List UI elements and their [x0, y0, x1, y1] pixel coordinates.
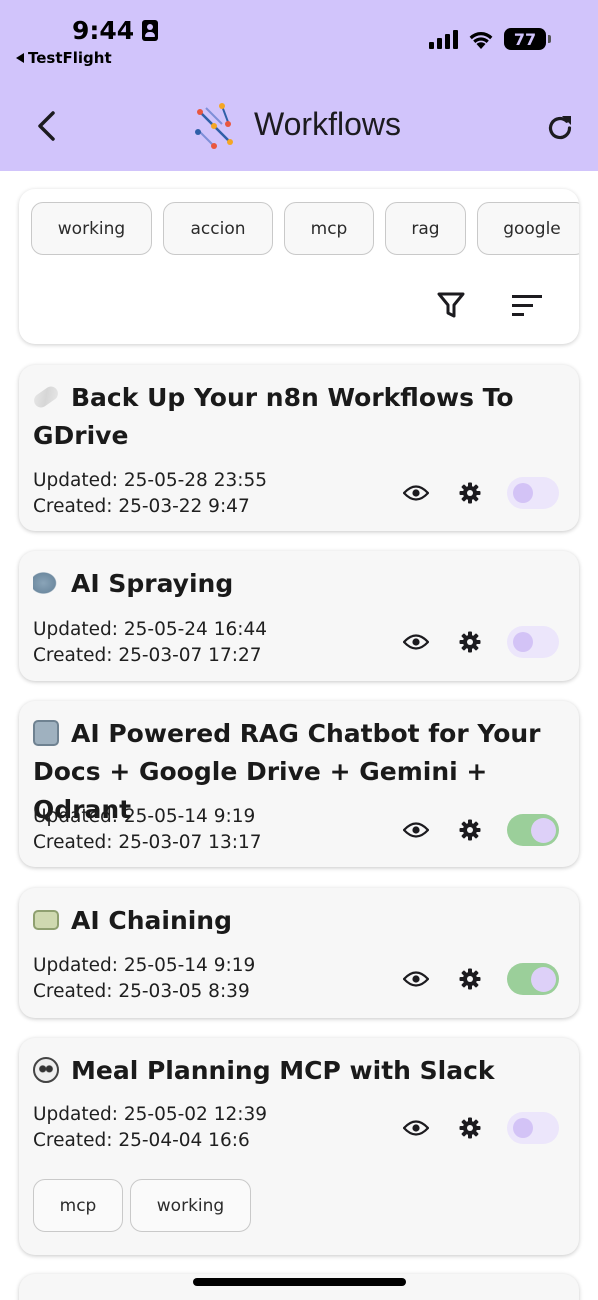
eye-icon[interactable] [403, 633, 429, 651]
toggle-knob [513, 632, 533, 652]
shark-icon [33, 570, 59, 596]
workflow-dates: Updated: 25-05-14 9:19 Created: 25-03-07… [33, 804, 262, 855]
created-date: Created: 25-03-07 13:17 [33, 831, 262, 853]
status-time: 9:44 [72, 16, 159, 45]
workflow-card[interactable]: AI Chaining Updated: 25-05-14 9:19 Creat… [19, 888, 579, 1018]
active-toggle[interactable] [507, 963, 559, 995]
active-toggle[interactable] [507, 626, 559, 658]
created-date: Created: 25-03-05 8:39 [33, 980, 250, 1002]
active-toggle[interactable] [507, 1112, 559, 1144]
tag-filter-chips: working accion mcp rag google [31, 202, 579, 255]
tag-chip-google[interactable]: google [477, 202, 579, 255]
tag-chip-working[interactable]: working [31, 202, 152, 255]
tag-chip-mcp[interactable]: mcp [33, 1179, 123, 1232]
battery-indicator: 77 [504, 28, 551, 50]
workflow-card[interactable]: AI Spraying Updated: 25-05-24 16:44 Crea… [19, 551, 579, 681]
robot-icon [33, 720, 59, 746]
back-to-app-link[interactable]: TestFlight [16, 49, 112, 67]
back-button[interactable] [26, 106, 66, 146]
back-triangle-icon [16, 53, 24, 63]
workflow-card[interactable]: AI Powered RAG Chatbot for Your Docs + G… [19, 701, 579, 867]
sort-icon[interactable] [511, 292, 543, 320]
workflow-actions [403, 626, 559, 658]
updated-date: Updated: 25-05-14 9:19 [33, 955, 256, 976]
eye-icon[interactable] [403, 1119, 429, 1137]
eye-icon[interactable] [403, 821, 429, 839]
updated-date: Updated: 25-05-28 23:55 [33, 470, 268, 491]
workflow-actions [403, 477, 559, 509]
updated-date: Updated: 25-05-24 16:44 [33, 619, 268, 640]
gear-icon[interactable] [459, 482, 481, 504]
updated-date: Updated: 25-05-02 12:39 [33, 1104, 268, 1125]
gear-icon[interactable] [459, 819, 481, 841]
created-date: Created: 25-03-22 9:47 [33, 495, 250, 517]
chevron-left-icon [38, 111, 55, 141]
workflow-tags: mcp working [33, 1179, 251, 1232]
workflow-title: Meal Planning MCP with Slack [33, 1052, 553, 1090]
back-app-label: TestFlight [28, 49, 112, 67]
panda-icon [33, 1057, 59, 1083]
wifi-icon [469, 31, 493, 49]
workflow-actions [403, 1112, 559, 1144]
workflow-dates: Updated: 25-05-14 9:19 Created: 25-03-05… [33, 953, 255, 1004]
tag-chip-accion[interactable]: accion [163, 202, 273, 255]
id-card-icon [142, 20, 159, 41]
filter-icon[interactable] [435, 289, 467, 321]
workflow-title: AI Spraying [33, 565, 553, 603]
eye-icon[interactable] [403, 970, 429, 988]
created-date: Created: 25-04-04 16:6 [33, 1129, 250, 1151]
workflow-card[interactable]: Meal Planning MCP with Slack Updated: 25… [19, 1038, 579, 1255]
workflow-actions [403, 814, 559, 846]
toggle-knob [513, 1118, 533, 1138]
workflow-dates: Updated: 25-05-28 23:55 Created: 25-03-2… [33, 468, 267, 519]
home-indicator [193, 1278, 406, 1286]
eye-icon[interactable] [403, 484, 429, 502]
tag-chip-working[interactable]: working [130, 1179, 251, 1232]
workflow-dates: Updated: 25-05-24 16:44 Created: 25-03-0… [33, 617, 267, 668]
created-date: Created: 25-03-07 17:27 [33, 644, 262, 666]
status-indicators: 77 [429, 28, 551, 50]
toggle-knob [513, 483, 533, 503]
refresh-icon [548, 116, 572, 140]
gear-icon[interactable] [459, 631, 481, 653]
page-title: Workflows [254, 106, 401, 142]
toggle-knob [531, 966, 556, 992]
tag-chip-mcp[interactable]: mcp [284, 202, 374, 255]
workflow-title: Back Up Your n8n Workflows To GDrive [31, 383, 514, 450]
active-toggle[interactable] [507, 814, 559, 846]
workflow-logo-icon [195, 103, 233, 149]
gear-icon[interactable] [459, 968, 481, 990]
workflow-dates: Updated: 25-05-02 12:39 Created: 25-04-0… [33, 1102, 267, 1153]
workflow-title: AI Chaining [33, 902, 553, 940]
toggle-knob [531, 817, 556, 843]
status-time-text: 9:44 [72, 16, 135, 45]
workflow-card[interactable]: Back Up Your n8n Workflows To GDrive Upd… [19, 365, 579, 531]
top-header: 9:44 TestFlight 77 Workflows [0, 0, 598, 171]
tag-chip-rag[interactable]: rag [385, 202, 466, 255]
bandage-icon [31, 383, 61, 411]
gear-icon[interactable] [459, 1117, 481, 1139]
updated-date: Updated: 25-05-14 9:19 [33, 806, 256, 827]
active-toggle[interactable] [507, 477, 559, 509]
filter-panel: working accion mcp rag google [19, 189, 579, 344]
money-icon [33, 910, 59, 930]
cellular-signal-icon [429, 29, 458, 49]
workflow-actions [403, 963, 559, 995]
refresh-button[interactable] [540, 108, 580, 148]
battery-level: 77 [513, 29, 537, 49]
